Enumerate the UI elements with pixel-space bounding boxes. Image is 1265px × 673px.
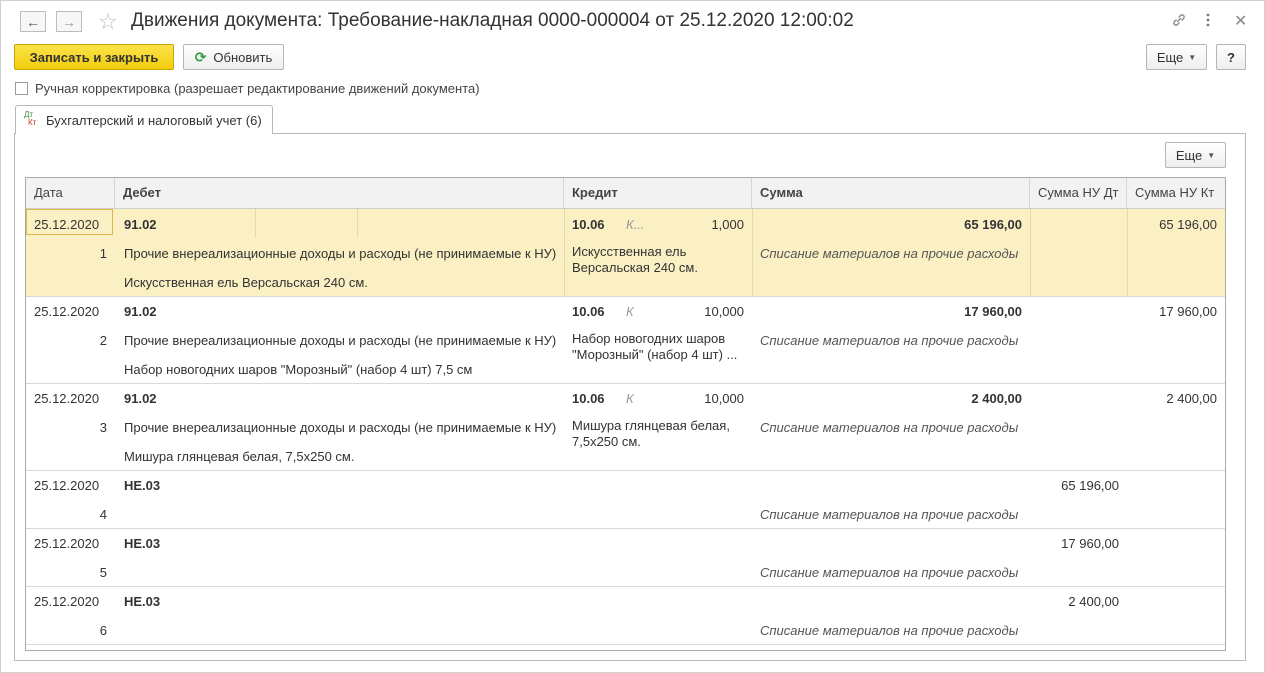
link-icon[interactable] [1171,12,1187,28]
credit-subconto-1: Мишура глянцевая белая, 7,5x250 см. [572,418,730,449]
content: Списание материалов на прочие расходы [760,420,1019,435]
content: Списание материалов на прочие расходы [760,565,1019,580]
col-sum[interactable]: Сумма [752,178,1030,208]
col-credit[interactable]: Кредит [564,178,752,208]
row-number: 1 [99,246,107,261]
content: Списание материалов на прочие расходы [760,507,1019,522]
back-button[interactable]: ← [20,11,46,32]
debit-account: 91.02 [124,304,157,319]
debit-subconto-2: Мишура глянцевая белая, 7,5x250 см. [124,449,355,464]
forward-button[interactable]: → [56,11,82,32]
row-date: 25.12.2020 [34,217,100,232]
sum-nu-kt: 65 196,00 [1159,217,1217,232]
help-button[interactable]: ? [1216,44,1246,70]
sum: 17 960,00 [964,304,1022,319]
table-row[interactable]: 25.12.2020 5 НЕ.03 Списание материалов н… [26,528,1225,587]
credit-quantity: 10,000 [704,304,744,319]
debit-account: НЕ.03 [124,536,161,551]
table-row[interactable]: 25.12.2020 1 91.02 Прочие внереализацион… [26,209,1225,297]
row-number: 5 [99,565,107,580]
debit-account: 91.02 [124,391,157,406]
sum-nu-dt: 2 400,00 [1068,594,1119,609]
help-label: ? [1227,49,1235,65]
credit-unit: К [626,304,634,319]
caret-down-icon: ▼ [1188,52,1197,62]
table-row[interactable]: 25.12.2020 3 91.02 Прочие внереализацион… [26,383,1225,471]
arrow-left-icon: ← [26,13,40,30]
sum-nu-dt: 17 960,00 [1061,536,1119,551]
refresh-label: Обновить [213,49,273,65]
postings-table[interactable]: Дата Дебет Кредит Сумма Сумма НУ Дт Сумм… [25,177,1226,651]
col-sum-nu-kt[interactable]: Сумма НУ Кт [1127,178,1225,208]
credit-unit: К... [626,217,645,232]
table-more-label: Еще [1175,147,1203,163]
favorite-star-icon[interactable]: ☆ [98,9,118,35]
row-number: 3 [99,420,107,435]
save-and-close-label: Записать и закрыть [29,49,159,65]
table-row[interactable]: 25.12.2020 4 НЕ.03 Списание материалов н… [26,470,1225,529]
more-vertical-icon[interactable] [1205,12,1211,28]
debit-account: 91.02 [124,217,157,232]
dt-kt-icon: Дт Кт [24,110,37,127]
credit-quantity: 1,000 [711,217,744,232]
credit-subconto-1: Набор новогодних шаров "Морозный" (набор… [572,331,738,362]
arrow-right-icon: → [62,13,76,30]
row-date: 25.12.2020 [34,594,100,609]
tab-accounting[interactable]: Дт Кт Бухгалтерский и налоговый учет (6) [15,105,273,134]
table-row[interactable]: 25.12.2020 2 91.02 Прочие внереализацион… [26,296,1225,384]
row-number: 2 [99,333,107,348]
col-debit[interactable]: Дебет [115,178,564,208]
debit-account: НЕ.03 [124,594,161,609]
row-date: 25.12.2020 [34,391,100,406]
sum: 2 400,00 [971,391,1022,406]
col-date[interactable]: Дата [26,178,115,208]
debit-subconto-1: Прочие внереализационные доходы и расход… [124,333,557,348]
content: Списание материалов на прочие расходы [760,246,1019,261]
sum: 65 196,00 [964,217,1022,232]
debit-subconto-1: Прочие внереализационные доходы и расход… [124,420,557,435]
credit-account: 10.06 [572,217,605,232]
more-menu-button[interactable]: Еще ▼ [1146,44,1207,70]
row-date: 25.12.2020 [34,478,100,493]
window-title: Движения документа: Требование-накладная… [131,10,854,31]
row-number: 4 [99,507,107,522]
caret-down-icon: ▼ [1207,150,1216,160]
close-icon[interactable]: ✕ [1234,11,1247,31]
row-date: 25.12.2020 [34,304,100,319]
credit-subconto-1: Искусственная ель Версальская 240 см. [572,244,698,275]
debit-account: НЕ.03 [124,478,161,493]
row-number: 6 [99,623,107,638]
table-row[interactable]: 25.12.2020 6 НЕ.03 Списание материалов н… [26,586,1225,645]
credit-unit: К [626,391,634,406]
sum-nu-dt: 65 196,00 [1061,478,1119,493]
credit-quantity: 10,000 [704,391,744,406]
save-and-close-button[interactable]: Записать и закрыть [14,44,174,70]
row-date: 25.12.2020 [34,536,100,551]
credit-account: 10.06 [572,304,605,319]
sum-nu-kt: 2 400,00 [1166,391,1217,406]
content: Списание материалов на прочие расходы [760,333,1019,348]
debit-subconto-2: Набор новогодних шаров "Морозный" (набор… [124,362,473,377]
manual-edit-label: Ручная корректировка (разрешает редактир… [35,81,480,96]
sum-nu-kt: 17 960,00 [1159,304,1217,319]
table-header: Дата Дебет Кредит Сумма Сумма НУ Дт Сумм… [26,178,1225,209]
col-sum-nu-dt[interactable]: Сумма НУ Дт [1030,178,1127,208]
table-more-button[interactable]: Еще ▼ [1165,142,1226,168]
credit-account: 10.06 [572,391,605,406]
refresh-icon: ⟳ [194,48,207,65]
tab-accounting-label: Бухгалтерский и налоговый учет (6) [46,113,262,128]
content: Списание материалов на прочие расходы [760,623,1019,638]
debit-subconto-2: Искусственная ель Версальская 240 см. [124,275,368,290]
refresh-button[interactable]: ⟳ Обновить [183,44,284,70]
manual-edit-checkbox[interactable] [15,82,28,95]
more-label: Еще [1156,49,1184,65]
debit-subconto-1: Прочие внереализационные доходы и расход… [124,246,557,261]
